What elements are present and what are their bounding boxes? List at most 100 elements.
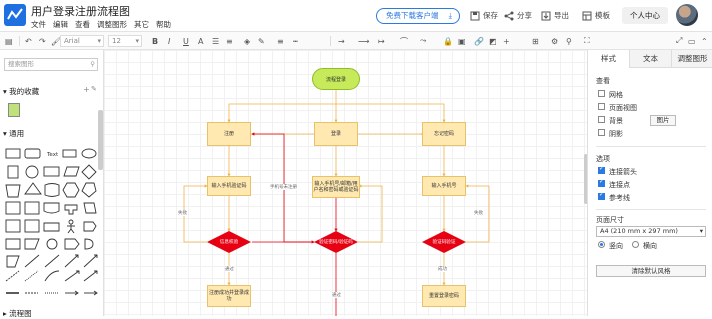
connection-points-checkbox[interactable] (598, 178, 605, 187)
line-width-icon[interactable]: ≡ (277, 35, 284, 47)
menu-view[interactable]: 查看 (75, 19, 90, 30)
sidebar-toggle-icon[interactable]: ▤ (5, 35, 13, 47)
diagram-canvas[interactable]: 流程登录 注册 登录 忘记密码 输入手机验证码 输入手机号/邮箱/用户名和密码或… (104, 50, 587, 316)
flow-node-register[interactable]: 注册 (207, 122, 251, 146)
background-checkbox[interactable] (598, 116, 605, 123)
save-button[interactable]: 保存 (470, 10, 498, 21)
user-center-button[interactable]: 个人中心 (622, 7, 668, 24)
share-button[interactable]: 分享 (504, 10, 532, 21)
document-title[interactable]: 用户登录注册流程图 (31, 3, 130, 19)
app-logo-icon[interactable] (4, 4, 26, 26)
tab-text[interactable]: 文本 (629, 50, 671, 68)
save-icon (470, 11, 480, 20)
settings-icon[interactable]: ⚙ (551, 35, 558, 47)
flow-node-input-phone[interactable]: 输入手机号 (422, 176, 466, 196)
favorites-title: 我的收藏 (9, 87, 40, 96)
shape-library-grid[interactable]: Text (5, 147, 100, 315)
edit-favorite-icon[interactable]: ✎ (91, 85, 97, 93)
template-button[interactable]: 模板 (582, 10, 610, 21)
menu-other[interactable]: 其它 (134, 19, 149, 30)
toolbar-divider (330, 36, 331, 46)
flow-start-node[interactable]: 流程登录 (312, 68, 360, 90)
connector-icon[interactable]: → (338, 35, 345, 47)
lock-icon[interactable]: 🔒 (443, 35, 453, 47)
flow-node-login[interactable]: 登录 (314, 122, 358, 146)
sidebar-scrollbar[interactable] (98, 110, 103, 170)
favorite-shape-item[interactable] (8, 103, 20, 117)
flow-node-input-account[interactable]: 输入手机号/邮箱/用户名和密码或验证码 (312, 176, 360, 198)
line-color-icon[interactable]: ✎ (258, 35, 265, 47)
background-image-button[interactable]: 图片 (650, 115, 676, 126)
flow-decision-verify-code[interactable]: 验证码验证 (422, 231, 466, 253)
flow-decision-verify-password[interactable]: 验证密码/验证码 (314, 231, 358, 253)
tab-style[interactable]: 样式 (588, 50, 629, 68)
menu-help[interactable]: 帮助 (156, 19, 171, 30)
template-icon (582, 11, 592, 20)
portrait-radio[interactable] (598, 241, 605, 248)
menu-file[interactable]: 文件 (31, 19, 46, 30)
line-jump-icon[interactable]: ⤳ (420, 35, 426, 47)
export-button[interactable]: 导出 (541, 10, 569, 21)
flow-decision-verify-info[interactable]: 信息校验 (207, 231, 251, 253)
format-panel: 样式 文本 调整图形 查看 网格 页面视图 背景 图片 阴影 选项 连接箭头 连… (587, 50, 712, 316)
expand-icon[interactable]: ⤢ (676, 35, 682, 47)
menu-edit[interactable]: 编辑 (53, 19, 68, 30)
general-section-header[interactable]: ▾ 通用 (3, 128, 24, 139)
undo-icon[interactable]: ↶ (25, 35, 32, 47)
group-icon[interactable]: ▣ (458, 35, 466, 47)
flow-node-register-success[interactable]: 注册成功并登录成功 (207, 285, 251, 307)
text-color-icon[interactable]: A (198, 35, 203, 47)
shadow-checkbox[interactable] (598, 129, 605, 136)
download-client-button[interactable]: 免费下载客户端 ⤓ (376, 8, 460, 24)
tab-arrange[interactable]: 调整图形 (671, 50, 712, 68)
landscape-radio[interactable] (632, 241, 639, 248)
insert-icon[interactable]: + (503, 35, 510, 47)
portrait-label: 竖向 (609, 242, 623, 250)
flowchart-section-header[interactable]: ▸ 流程图 (3, 308, 32, 319)
connection-points-label: 连接点 (609, 181, 630, 189)
panel-divider (596, 209, 706, 210)
font-size-select[interactable]: 12 (108, 35, 142, 47)
flow-node-reset-password[interactable]: 重置登录密码 (422, 285, 466, 307)
line-style-icon[interactable]: ┅ (293, 35, 298, 47)
start-arrow-icon[interactable]: ⟶ (358, 35, 369, 47)
align-center-icon[interactable]: ≡ (226, 35, 233, 47)
chevron-down-icon: ▾ (699, 227, 703, 235)
image-icon[interactable]: ◩ (489, 35, 497, 47)
decision-label: 信息校验 (219, 240, 239, 245)
page-size-select[interactable]: A4 (210 mm x 297 mm) ▾ (596, 226, 706, 237)
underline-icon[interactable]: U (183, 35, 189, 47)
bold-icon[interactable]: B (152, 35, 158, 47)
search-icon[interactable]: ⚲ (566, 35, 572, 47)
fill-color-icon[interactable]: ◈ (244, 35, 250, 47)
menu-arrange[interactable]: 调整图形 (97, 19, 127, 30)
redo-icon[interactable]: ↷ (39, 35, 46, 47)
page-view-checkbox[interactable] (598, 103, 605, 110)
end-arrow-icon[interactable]: ↦ (378, 35, 385, 47)
panel-divider (596, 146, 706, 147)
share-icon (504, 11, 514, 20)
shape-search-input[interactable]: 搜索图形 ⚲ (4, 58, 98, 71)
flow-node-forgot-password[interactable]: 忘记密码 (422, 122, 466, 146)
add-favorite-icon[interactable]: + (83, 85, 90, 94)
fullscreen-icon[interactable]: ⛶ (584, 35, 590, 47)
search-icon[interactable]: ⚲ (90, 59, 95, 70)
reset-style-button[interactable]: 清除默认风格 (596, 265, 706, 277)
hide-panel-icon[interactable]: ▭ (688, 35, 696, 47)
collapse-up-icon[interactable]: ⌃ (701, 35, 708, 47)
avatar[interactable] (676, 4, 698, 26)
edge-label-phone-unregistered: 手机号未注册 (270, 184, 297, 190)
table-icon[interactable]: ⊞ (532, 35, 539, 47)
view-section-title: 查看 (596, 77, 610, 85)
align-left-icon[interactable]: ☰ (212, 35, 219, 47)
options-section-title: 选项 (596, 155, 610, 163)
italic-icon[interactable]: I (168, 35, 170, 47)
waypoint-icon[interactable]: ⌒ (400, 35, 408, 47)
favorites-section-header[interactable]: ▾ 我的收藏 (3, 86, 39, 97)
guides-checkbox[interactable] (598, 191, 605, 200)
connection-arrows-checkbox[interactable] (598, 165, 605, 174)
font-family-select[interactable]: Arial (60, 35, 104, 47)
flow-node-input-phone-code[interactable]: 输入手机验证码 (207, 176, 251, 196)
grid-checkbox[interactable] (598, 90, 605, 97)
link-icon[interactable]: 🔗 (474, 35, 484, 47)
